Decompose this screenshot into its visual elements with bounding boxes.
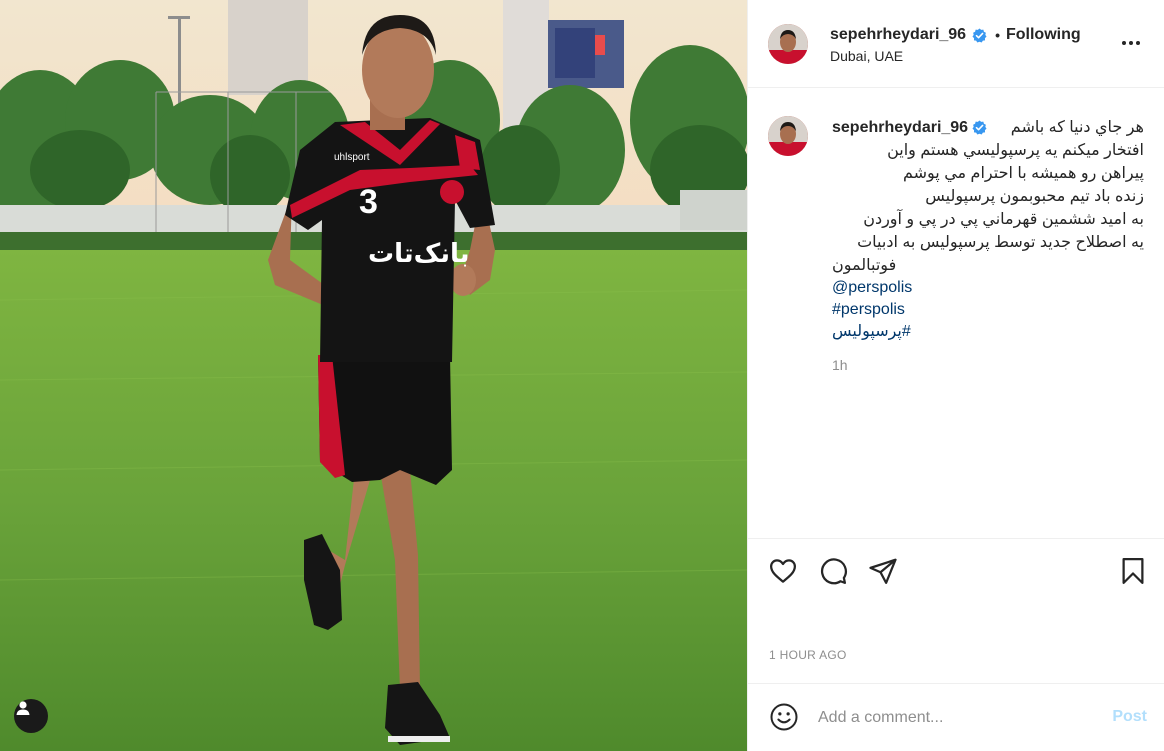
caption-first-row: هر جاي دنيا كه باشم sepehrheydari_96 bbox=[832, 116, 1144, 139]
verified-badge-icon bbox=[972, 27, 987, 43]
following-button[interactable]: Following bbox=[1006, 26, 1081, 44]
caption-username[interactable]: sepehrheydari_96 bbox=[832, 119, 968, 137]
caption-line: به اميد ششمين قهرماني پي در پي و آوردن bbox=[863, 211, 1144, 228]
separator-dot: • bbox=[995, 27, 1000, 43]
comment-bar: Post bbox=[748, 683, 1164, 751]
paper-plane-icon bbox=[869, 558, 897, 584]
avatar-image bbox=[768, 116, 808, 156]
location-link[interactable]: Dubai, UAE bbox=[830, 48, 903, 64]
more-options-button[interactable] bbox=[1119, 33, 1143, 53]
avatar-image bbox=[768, 24, 808, 64]
comment-input[interactable] bbox=[818, 704, 1088, 732]
bookmark-icon bbox=[1122, 558, 1144, 584]
hashtag-link[interactable]: #پرسپوليس bbox=[832, 321, 1144, 343]
action-bar bbox=[748, 538, 1164, 604]
like-button[interactable] bbox=[767, 555, 799, 587]
caption-time[interactable]: 1h bbox=[832, 357, 1144, 373]
jersey-sponsor: بانک‌تات bbox=[368, 239, 470, 269]
caption-line: پيراهن رو هميشه با احترام مي پوشم bbox=[902, 165, 1144, 182]
smiley-icon bbox=[770, 703, 798, 731]
post-header: sepehrheydari_96 • Following Dubai, UAE bbox=[748, 0, 1164, 88]
post-timestamp[interactable]: 1 HOUR AGO bbox=[769, 648, 847, 662]
comment-icon bbox=[820, 558, 847, 585]
hashtag-link[interactable]: #perspolis bbox=[832, 299, 1144, 321]
user-tag-button[interactable] bbox=[14, 699, 48, 733]
avatar[interactable] bbox=[768, 24, 808, 64]
jersey-number: 3 bbox=[359, 183, 378, 221]
save-button[interactable] bbox=[1117, 555, 1149, 587]
caption-line: زنده باد تيم محبوبمون پرسپوليس bbox=[925, 188, 1144, 205]
user-tag-icon bbox=[16, 701, 30, 715]
caption-line: هر جاي دنيا كه باشم bbox=[1010, 119, 1144, 136]
post-comment-button[interactable]: Post bbox=[1112, 708, 1147, 726]
heart-icon bbox=[770, 559, 796, 583]
more-options-icon bbox=[1122, 41, 1140, 45]
caption-avatar[interactable] bbox=[768, 116, 808, 156]
caption-line: فوتبالمون bbox=[832, 257, 897, 274]
caption-text: هر جاي دنيا كه باشم sepehrheydari_96 افت… bbox=[832, 116, 1144, 374]
header-username[interactable]: sepehrheydari_96 bbox=[830, 26, 966, 44]
post-photo[interactable]: uhlsport 3 بانک‌تات bbox=[0, 0, 747, 751]
caption-line: افتخار ميكنم يه پرسپوليسي هستم واين bbox=[887, 142, 1144, 159]
caption-area: هر جاي دنيا كه باشم sepehrheydari_96 افت… bbox=[748, 88, 1164, 538]
comment-button[interactable] bbox=[817, 555, 849, 587]
emoji-button[interactable] bbox=[768, 701, 800, 733]
post-side-panel: sepehrheydari_96 • Following Dubai, UAE bbox=[747, 0, 1164, 751]
caption-line: يه اصطلاح جديد توسط پرسپوليس به ادبيات bbox=[857, 234, 1144, 251]
mention-link[interactable]: @perspolis bbox=[832, 277, 1144, 299]
jersey-brand: uhlsport bbox=[334, 152, 370, 163]
header-user-row: sepehrheydari_96 • Following bbox=[830, 26, 1081, 44]
caption-user: sepehrheydari_96 bbox=[832, 119, 994, 137]
share-button[interactable] bbox=[867, 555, 899, 587]
post-image: uhlsport 3 بانک‌تات bbox=[0, 0, 747, 751]
verified-badge-icon bbox=[972, 120, 987, 135]
